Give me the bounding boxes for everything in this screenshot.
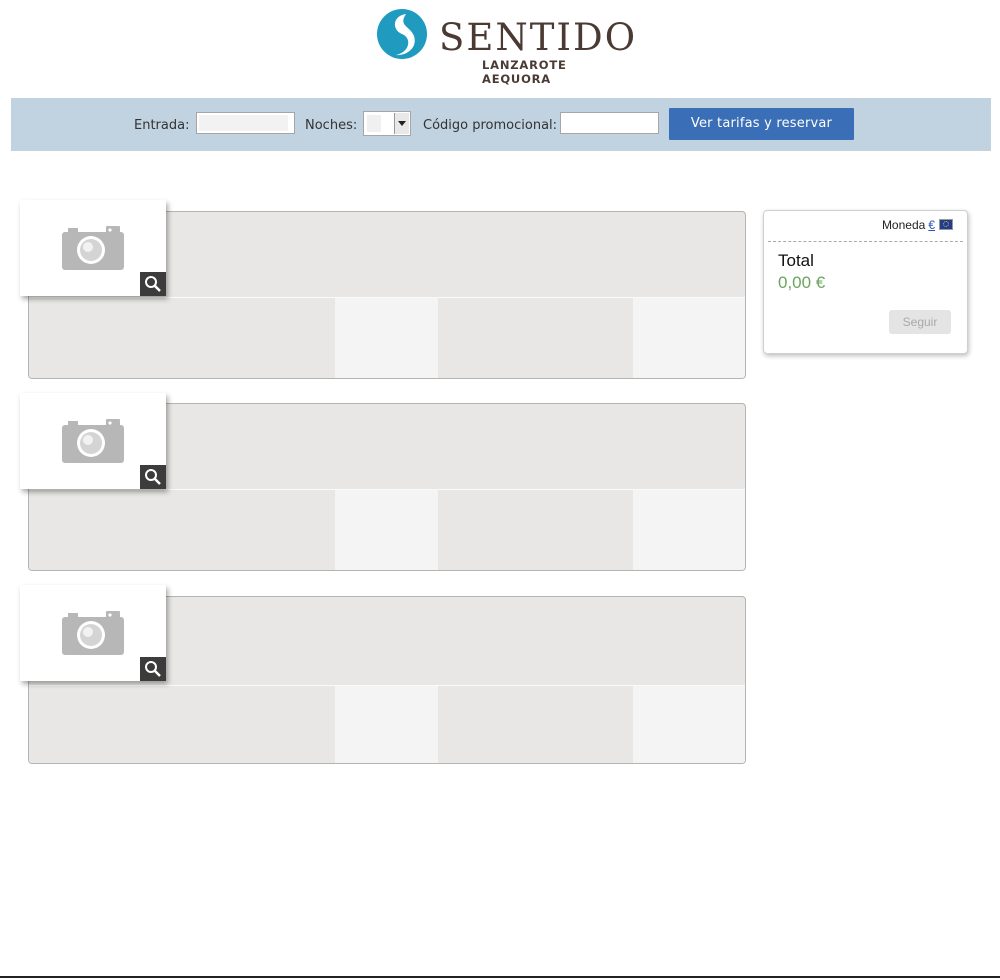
room-rate-row [29, 490, 745, 570]
rate-price-cell [438, 686, 633, 763]
rate-name-cell [29, 686, 335, 763]
magnifier-icon [145, 276, 161, 292]
camera-icon [62, 611, 124, 655]
rate-detail-cell [335, 490, 438, 570]
rate-detail-cell [335, 686, 438, 763]
magnifier-icon [145, 469, 161, 485]
page-bottom-border [0, 976, 1000, 978]
currency-symbol-link[interactable]: € [928, 218, 935, 232]
zoom-button[interactable] [140, 465, 166, 489]
room-photo[interactable] [20, 585, 166, 681]
hotel-logo: SENTIDO LANZAROTE AEQUORA [376, 8, 635, 86]
rate-select-cell [633, 490, 745, 570]
chevron-down-icon[interactable] [394, 113, 409, 134]
continue-button[interactable]: Seguir [889, 310, 951, 334]
currency-selector[interactable]: Moneda € [882, 218, 935, 232]
rate-name-cell [29, 298, 335, 378]
magnifier-icon [145, 661, 161, 677]
entrada-input-value [199, 115, 288, 131]
logo-subtitle: LANZAROTE AEQUORA [482, 58, 567, 86]
noches-select[interactable] [363, 111, 411, 136]
camera-icon [62, 226, 124, 270]
room-photo[interactable] [20, 200, 166, 296]
total-value: 0,00 € [778, 273, 826, 292]
promo-code-input[interactable] [560, 112, 659, 134]
total-label: Total [778, 251, 814, 270]
room-rate-row [29, 686, 745, 763]
noches-select-value [367, 115, 381, 132]
logo-mark-icon [377, 9, 427, 59]
zoom-button[interactable] [140, 657, 166, 681]
summary-divider [768, 241, 963, 242]
promo-code-label: Código promocional: [423, 118, 558, 133]
rate-price-cell [438, 490, 633, 570]
zoom-button[interactable] [140, 272, 166, 296]
noches-label: Noches: [305, 118, 358, 133]
logo-name: SENTIDO [439, 16, 638, 59]
eu-flag-icon[interactable] [939, 219, 953, 230]
booking-summary: Moneda € Total 0,00 € Seguir [763, 210, 968, 354]
room-photo[interactable] [20, 393, 166, 489]
rate-price-cell [438, 298, 633, 378]
rate-select-cell [633, 298, 745, 378]
room-rate-row [29, 298, 745, 378]
booking-search-bar: Entrada: Noches: Código promocional: Ver… [11, 98, 991, 151]
rate-detail-cell [335, 298, 438, 378]
view-rates-button[interactable]: Ver tarifas y reservar [669, 108, 854, 140]
entrada-label: Entrada: [134, 118, 190, 133]
entrada-date-input[interactable] [196, 112, 295, 134]
camera-icon [62, 419, 124, 463]
rate-select-cell [633, 686, 745, 763]
rate-name-cell [29, 490, 335, 570]
currency-label: Moneda [881, 218, 926, 232]
